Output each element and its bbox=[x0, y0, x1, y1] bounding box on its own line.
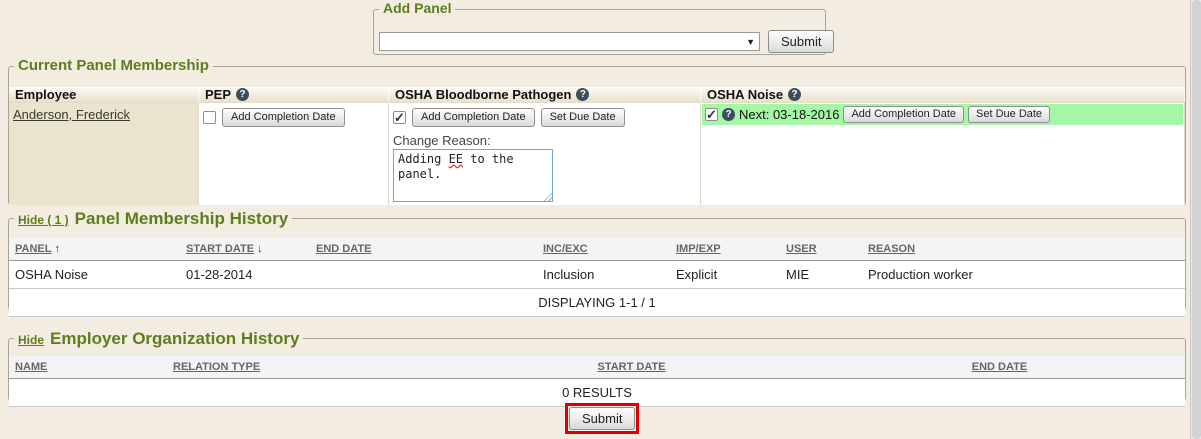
pep-cell: Add Completion Date bbox=[199, 103, 389, 205]
employer-history-title: Employer Organization History bbox=[50, 329, 299, 349]
membership-data-row: Anderson, Frederick Add Completion Date … bbox=[9, 103, 1185, 205]
header-osha-bloodborne-pathogen: OSHA Bloodborne Pathogen ? bbox=[389, 87, 701, 102]
page-submit-button[interactable]: Submit bbox=[569, 407, 635, 430]
sort-inc-exc-link[interactable]: INC/EXC bbox=[543, 243, 588, 255]
bbp-add-completion-date-button[interactable]: Add Completion Date bbox=[412, 108, 535, 127]
cell-end-date bbox=[310, 260, 537, 288]
sort-imp-exp-link[interactable]: IMP/EXP bbox=[676, 243, 721, 255]
col-inc-exc: INC/EXC bbox=[537, 238, 670, 260]
cell-start-date: 01-28-2014 bbox=[180, 260, 310, 288]
change-reason-textarea[interactable]: Adding EE to thepanel. bbox=[393, 149, 553, 202]
panel-history-hide-link[interactable]: Hide ( 1 ) bbox=[18, 213, 69, 227]
panel-history-row: OSHA Noise 01-28-2014 Inclusion Explicit… bbox=[9, 260, 1185, 288]
pep-add-completion-date-button[interactable]: Add Completion Date bbox=[222, 108, 345, 127]
scrollbar-thumb[interactable] bbox=[1192, 0, 1201, 439]
noise-next-date: Next: 03-18-2016 bbox=[739, 107, 839, 122]
noise-cell: ? Next: 03-18-2016 Add Completion Date S… bbox=[701, 103, 1185, 205]
panel-membership-history-section: Hide ( 1 ) Panel Membership History PANE… bbox=[8, 218, 1186, 310]
cell-imp-exp: Explicit bbox=[670, 260, 780, 288]
col-user: USER bbox=[780, 238, 862, 260]
employee-cell: Anderson, Frederick bbox=[9, 103, 199, 205]
employer-history-hide-link[interactable]: Hide bbox=[18, 333, 44, 347]
sort-name-link[interactable]: NAME bbox=[15, 361, 47, 373]
header-employee: Employee bbox=[9, 87, 199, 102]
col-emp-end-date: END DATE bbox=[814, 356, 1185, 378]
employer-history-table: NAME RELATION TYPE START DATE END DATE 0… bbox=[9, 356, 1185, 407]
panel-select[interactable]: ▼ bbox=[379, 32, 760, 51]
noise-help-icon[interactable]: ? bbox=[788, 88, 801, 101]
employer-history-header-row: NAME RELATION TYPE START DATE END DATE bbox=[9, 356, 1185, 378]
bbp-help-icon[interactable]: ? bbox=[576, 88, 589, 101]
panel-history-header-row: PANEL↑ START DATE↓ END DATE INC/EXC IMP/… bbox=[9, 238, 1185, 260]
panel-history-paging-status: DISPLAYING 1-1 / 1 bbox=[9, 288, 1185, 316]
membership-title: Current Panel Membership bbox=[18, 57, 209, 74]
sort-panel-link[interactable]: PANEL bbox=[15, 243, 51, 255]
sort-relation-type-link[interactable]: RELATION TYPE bbox=[173, 361, 260, 373]
cell-panel: OSHA Noise bbox=[9, 260, 180, 288]
submit-annotation-box: Submit bbox=[565, 403, 639, 434]
dropdown-arrow-icon: ▼ bbox=[746, 37, 755, 47]
pep-help-icon[interactable]: ? bbox=[236, 88, 249, 101]
employee-link[interactable]: Anderson, Frederick bbox=[13, 107, 130, 122]
cell-reason: Production worker bbox=[862, 260, 1185, 288]
employer-organization-history-section: Hide Employer Organization History NAME … bbox=[8, 338, 1186, 401]
col-end-date: END DATE bbox=[310, 238, 537, 260]
col-name: NAME bbox=[9, 356, 167, 378]
bbp-set-due-date-button[interactable]: Set Due Date bbox=[541, 108, 625, 127]
panel-history-legend: Hide ( 1 ) Panel Membership History bbox=[14, 209, 292, 229]
add-panel-section: Add Panel ▼ Submit bbox=[373, 9, 826, 55]
current-panel-membership-section: Current Panel Membership Employee PEP ? … bbox=[8, 66, 1186, 205]
change-reason-label: Change Reason: bbox=[393, 133, 696, 148]
bbp-checkbox[interactable] bbox=[393, 111, 406, 124]
membership-table: Employee PEP ? OSHA Bloodborne Pathogen … bbox=[9, 87, 1185, 204]
add-panel-submit-button[interactable]: Submit bbox=[768, 30, 834, 53]
employer-history-legend: Hide Employer Organization History bbox=[14, 329, 303, 349]
add-panel-title: Add Panel bbox=[383, 0, 451, 16]
add-panel-controls: ▼ Submit bbox=[379, 30, 834, 53]
col-imp-exp: IMP/EXP bbox=[670, 238, 780, 260]
sort-desc-icon: ↓ bbox=[257, 243, 263, 255]
sort-emp-start-date-link[interactable]: START DATE bbox=[597, 361, 665, 373]
vertical-scrollbar[interactable] bbox=[1190, 0, 1201, 439]
noise-highlight-row: ? Next: 03-18-2016 Add Completion Date S… bbox=[702, 104, 1183, 125]
employer-history-results-status: 0 RESULTS bbox=[9, 378, 1185, 406]
panel-history-table: PANEL↑ START DATE↓ END DATE INC/EXC IMP/… bbox=[9, 238, 1185, 317]
col-panel: PANEL↑ bbox=[9, 238, 180, 260]
sort-start-date-link[interactable]: START DATE bbox=[186, 243, 254, 255]
sort-asc-icon: ↑ bbox=[54, 243, 60, 255]
header-osha-noise: OSHA Noise ? bbox=[701, 87, 1185, 102]
textarea-resize-grip[interactable] bbox=[542, 191, 552, 201]
bbp-cell: Add Completion Date Set Due Date Change … bbox=[389, 103, 701, 205]
sort-reason-link[interactable]: REASON bbox=[868, 243, 915, 255]
membership-header-row: Employee PEP ? OSHA Bloodborne Pathogen … bbox=[9, 87, 1185, 103]
sort-user-link[interactable]: USER bbox=[786, 243, 817, 255]
misspelled-word: EE bbox=[449, 152, 463, 166]
noise-add-completion-date-button[interactable]: Add Completion Date bbox=[843, 106, 964, 123]
cell-inc-exc: Inclusion bbox=[537, 260, 670, 288]
add-panel-legend: Add Panel bbox=[379, 0, 455, 16]
col-start-date: START DATE↓ bbox=[180, 238, 310, 260]
sort-emp-end-date-link[interactable]: END DATE bbox=[972, 361, 1027, 373]
cell-user: MIE bbox=[780, 260, 862, 288]
membership-legend: Current Panel Membership bbox=[14, 57, 213, 74]
header-pep: PEP ? bbox=[199, 87, 389, 102]
col-emp-start-date: START DATE bbox=[449, 356, 814, 378]
noise-next-help-icon[interactable]: ? bbox=[722, 108, 735, 121]
noise-checkbox[interactable] bbox=[705, 108, 718, 121]
noise-set-due-date-button[interactable]: Set Due Date bbox=[968, 106, 1050, 123]
pep-checkbox[interactable] bbox=[203, 111, 216, 124]
sort-end-date-link[interactable]: END DATE bbox=[316, 243, 371, 255]
col-relation-type: RELATION TYPE bbox=[167, 356, 449, 378]
panel-history-title: Panel Membership History bbox=[75, 209, 289, 229]
col-reason: REASON bbox=[862, 238, 1185, 260]
